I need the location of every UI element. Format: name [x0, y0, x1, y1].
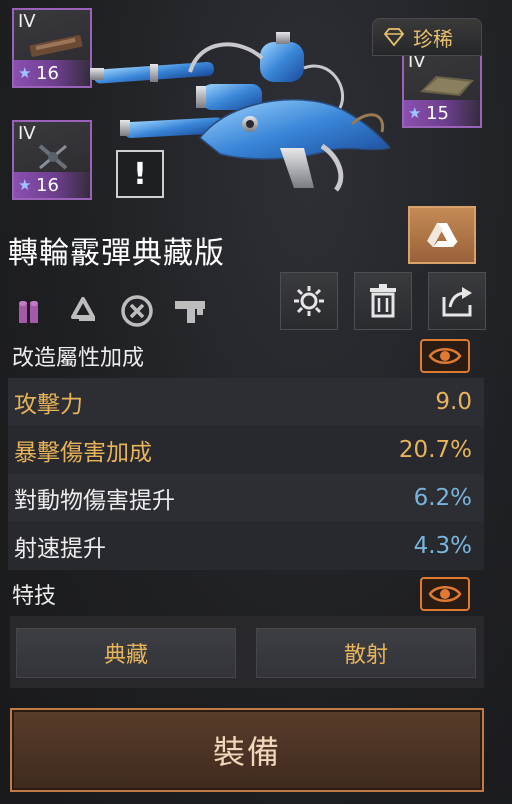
eye-icon	[428, 348, 462, 364]
ammo-icon	[10, 292, 48, 330]
settings-button[interactable]	[280, 272, 338, 330]
mod-level: 16	[36, 63, 59, 84]
weapon-name: 轉輪霰彈典藏版	[8, 236, 225, 271]
smg-icon	[172, 292, 210, 330]
trash-icon	[370, 284, 396, 318]
skill-button-2[interactable]: 散射	[256, 628, 476, 678]
mod-level: 16	[36, 175, 59, 196]
stat-value: 9.0	[435, 388, 472, 415]
cancel-reload-icon	[118, 292, 156, 330]
equip-button[interactable]: 裝備	[10, 708, 484, 792]
mod-part-icon	[29, 35, 83, 57]
skills-title: 特技	[12, 584, 57, 609]
stat-row: 攻擊力 9.0	[8, 378, 484, 426]
skills-eye-button[interactable]	[420, 577, 470, 611]
mod-slot-2[interactable]: IV ★ 15	[402, 48, 482, 128]
star-icon: ★	[18, 64, 32, 82]
mod-part-icon	[420, 76, 474, 96]
equip-label: 裝備	[212, 733, 281, 771]
weapon-detail-panel: IV ★ 16 IV ★ 15 IV ★ 16 珍稀 ! 轉輪霰彈典藏版 改造屬…	[0, 0, 512, 804]
recycle-icon	[64, 292, 102, 330]
mod-slot-1[interactable]: IV ★ 16	[12, 8, 92, 88]
stat-label: 對動物傷害提升	[14, 487, 175, 514]
mod-bonus-title: 改造屬性加成	[12, 346, 145, 371]
stat-label: 射速提升	[14, 535, 106, 562]
alert-button[interactable]: !	[116, 150, 164, 198]
eye-icon	[428, 586, 462, 602]
mod-tier: IV	[18, 11, 36, 32]
share-button[interactable]	[428, 272, 486, 330]
stat-value: 20.7%	[398, 436, 472, 463]
rarity-label: 珍稀	[413, 26, 453, 51]
share-icon	[442, 287, 472, 317]
stat-row: 暴擊傷害加成 20.7%	[8, 426, 484, 474]
delete-button[interactable]	[354, 272, 412, 330]
skill-button-1[interactable]: 典藏	[16, 628, 236, 678]
trait-icon-row	[10, 292, 210, 330]
star-icon: ★	[408, 104, 422, 122]
stat-value: 6.2%	[413, 484, 472, 511]
stat-row: 對動物傷害提升 6.2%	[8, 474, 484, 522]
stat-label: 攻擊力	[14, 391, 83, 418]
skill-label: 典藏	[103, 643, 148, 668]
mod-part-icon	[38, 144, 68, 170]
stat-table: 攻擊力 9.0 暴擊傷害加成 20.7% 對動物傷害提升 6.2% 射速提升 4…	[8, 378, 484, 570]
mod-slot-3[interactable]: IV ★ 16	[12, 120, 92, 200]
mod-bonus-eye-button[interactable]	[420, 339, 470, 373]
gear-icon	[294, 286, 324, 316]
skill-label: 散射	[343, 643, 388, 668]
mod-tier: IV	[18, 123, 36, 144]
drive-icon	[427, 223, 458, 247]
stat-label: 暴擊傷害加成	[14, 439, 152, 466]
stat-row: 射速提升 4.3%	[8, 522, 484, 570]
alert-icon: !	[133, 156, 147, 192]
stat-value: 4.3%	[413, 532, 472, 559]
drive-button[interactable]	[408, 206, 476, 264]
mod-level: 15	[426, 103, 449, 124]
star-icon: ★	[18, 176, 32, 194]
